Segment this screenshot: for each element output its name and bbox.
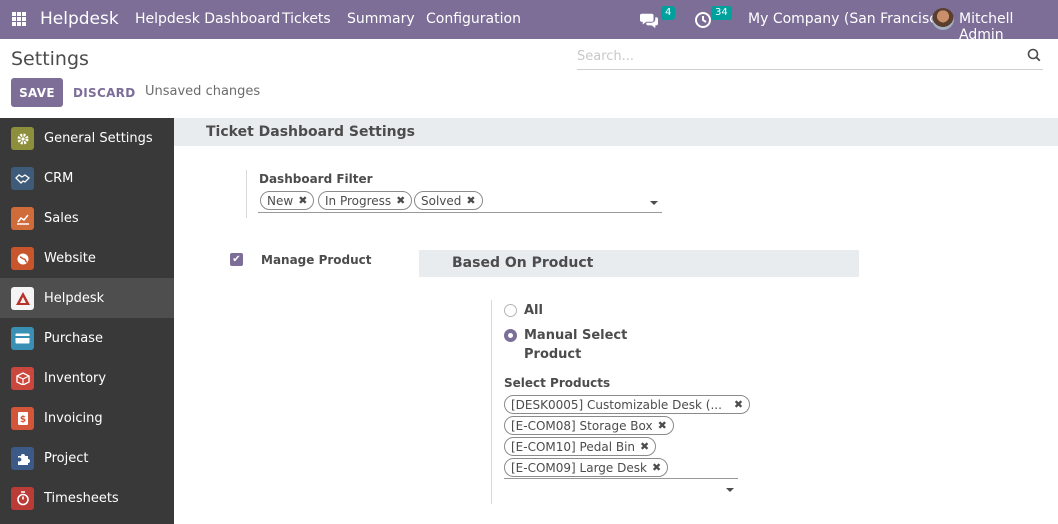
sidebar-item-invoicing[interactable]: $ Invoicing [0, 398, 174, 438]
avatar[interactable] [932, 8, 954, 30]
tag-solved: Solved ✖ [414, 191, 483, 210]
radio-all[interactable] [504, 304, 517, 317]
sidebar-item-label: Helpdesk [44, 290, 105, 306]
card-icon [11, 327, 34, 350]
radio-all-label[interactable]: All [524, 301, 543, 320]
remove-tag-icon[interactable]: ✖ [658, 419, 667, 432]
product-tag: [E-COM08] Storage Box ✖ [504, 416, 674, 435]
select-products-label: Select Products [504, 376, 611, 390]
messages-icon[interactable] [640, 11, 658, 29]
activities-badge: 34 [711, 6, 732, 20]
manage-product-label: Manage Product [261, 253, 372, 267]
puzzle-icon [11, 447, 34, 470]
sidebar-item-sales[interactable]: Sales [0, 198, 174, 238]
sidebar-item-label: Website [44, 250, 96, 266]
chevron-down-icon[interactable] [726, 488, 734, 492]
chevron-down-icon[interactable] [650, 201, 658, 205]
user-menu[interactable]: Mitchell Admin [959, 11, 1058, 43]
radio-manual-select[interactable] [504, 329, 517, 342]
search-bar [577, 44, 1043, 70]
chart-up-icon [11, 207, 34, 230]
sidebar-item-general-settings[interactable]: General Settings [0, 118, 174, 158]
sidebar-item-label: Inventory [44, 370, 107, 386]
menu-tickets[interactable]: Tickets [282, 11, 331, 27]
product-tag: [E-COM09] Large Desk ✖ [504, 458, 669, 477]
app-brand[interactable]: Helpdesk [40, 9, 119, 29]
divider [491, 300, 492, 504]
unsaved-status: Unsaved changes [145, 84, 261, 99]
page-title: Settings [11, 48, 89, 70]
sidebar-item-label: Timesheets [44, 490, 119, 506]
remove-tag-icon[interactable]: ✖ [466, 194, 475, 207]
menu-helpdesk-dashboard[interactable]: Helpdesk Dashboard [135, 11, 280, 27]
dollar-icon: $ [11, 407, 34, 430]
tag-in-progress: In Progress ✖ [318, 191, 413, 210]
divider [246, 170, 247, 218]
sidebar-item-label: General Settings [44, 130, 153, 146]
sidebar-item-label: Project [44, 450, 89, 466]
search-input[interactable] [577, 44, 1017, 68]
sidebar-item-purchase[interactable]: Purchase [0, 318, 174, 358]
sidebar-item-label: CRM [44, 170, 74, 186]
gear-icon [11, 127, 34, 150]
lifebuoy-icon [11, 287, 34, 310]
remove-tag-icon[interactable]: ✖ [396, 194, 405, 207]
menu-summary[interactable]: Summary [347, 11, 415, 27]
based-on-product-title: Based On Product [452, 255, 594, 271]
messages-badge: 4 [661, 6, 676, 20]
menu-configuration[interactable]: Configuration [426, 11, 521, 27]
sidebar-item-label: Invoicing [44, 410, 103, 426]
save-button[interactable]: SAVE [11, 78, 63, 107]
stopwatch-icon [11, 487, 34, 510]
dashboard-filter-label: Dashboard Filter [259, 172, 373, 186]
handshake-icon [11, 167, 34, 190]
company-switcher[interactable]: My Company (San Francisco) [748, 11, 951, 27]
sidebar-item-crm[interactable]: CRM [0, 158, 174, 198]
sidebar-item-website[interactable]: Website [0, 238, 174, 278]
radio-manual-select-label[interactable]: Manual Select Product [524, 326, 634, 364]
clock-icon[interactable] [694, 11, 712, 29]
sidebar-item-helpdesk[interactable]: Helpdesk [0, 278, 174, 318]
top-navbar: Helpdesk Helpdesk Dashboard Tickets Summ… [0, 0, 1058, 43]
box-icon [11, 367, 34, 390]
sidebar-item-label: Purchase [44, 330, 104, 346]
search-icon[interactable] [1027, 48, 1041, 62]
product-tag: [E-COM10] Pedal Bin ✖ [504, 437, 657, 456]
tag-new: New ✖ [260, 191, 315, 210]
settings-sidebar: General Settings CRM Sales Website Helpd… [0, 118, 174, 524]
select-products-field[interactable] [504, 478, 738, 479]
svg-text:$: $ [19, 415, 25, 425]
sidebar-item-project[interactable]: Project [0, 438, 174, 478]
remove-tag-icon[interactable]: ✖ [734, 398, 743, 411]
globe-icon [11, 247, 34, 270]
remove-tag-icon[interactable]: ✖ [652, 461, 661, 474]
sidebar-item-timesheets[interactable]: Timesheets [0, 478, 174, 518]
sidebar-item-label: Sales [44, 210, 79, 226]
dashboard-filter-field[interactable]: New ✖ In Progress ✖ Solved ✖ [258, 190, 662, 213]
manage-product-checkbox[interactable]: ✔ [230, 253, 243, 266]
discard-button[interactable]: DISCARD [73, 86, 135, 100]
apps-grid-icon[interactable] [12, 12, 26, 26]
section-title: Ticket Dashboard Settings [206, 124, 415, 140]
remove-tag-icon[interactable]: ✖ [640, 440, 649, 453]
remove-tag-icon[interactable]: ✖ [298, 194, 307, 207]
sidebar-item-inventory[interactable]: Inventory [0, 358, 174, 398]
product-tag: [DESK0005] Customizable Desk (... ✖ [504, 395, 751, 414]
